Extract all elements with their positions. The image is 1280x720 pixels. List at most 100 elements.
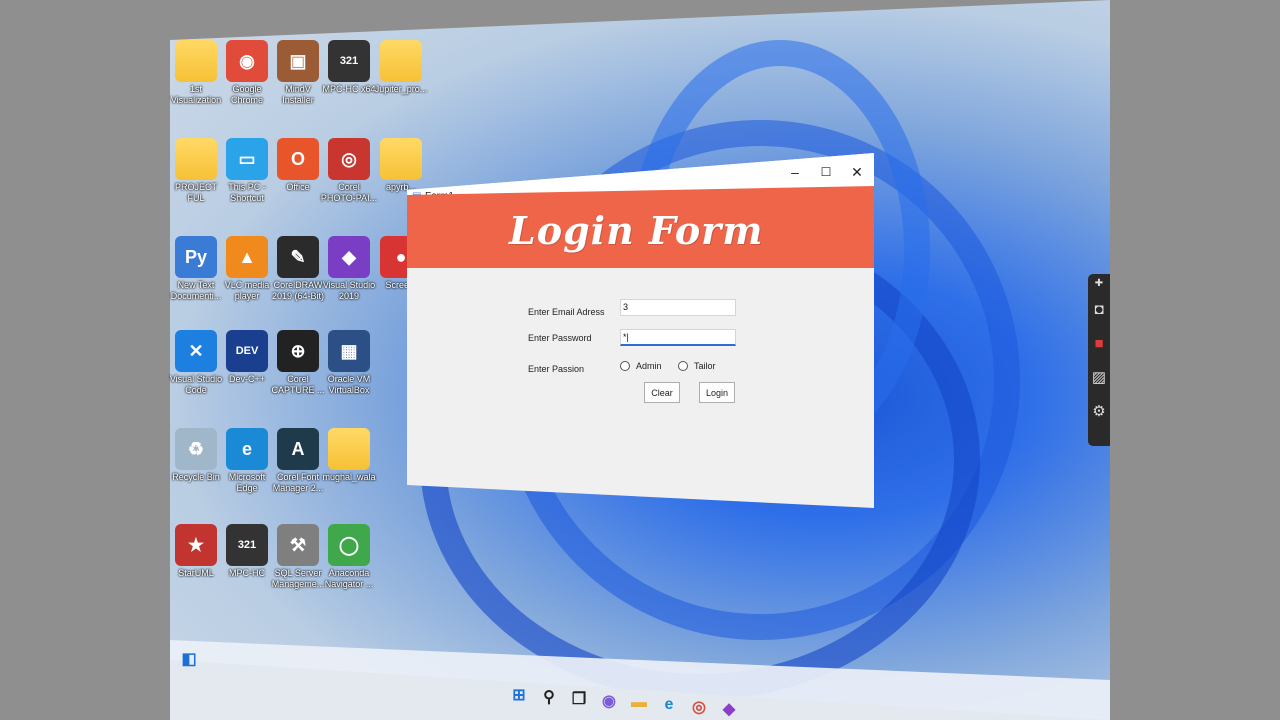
position-label: Enter Passion [528,364,585,374]
maximize-button[interactable]: ☐ [812,161,840,183]
app-icon: ⊕ [277,330,319,372]
file-explorer-icon[interactable]: ▬ [628,692,650,714]
desktop-icon[interactable]: ▲ VLC media player [218,236,276,302]
desktop-icon[interactable]: Py New Text Documenti... [167,236,225,302]
clear-button[interactable]: Clear [644,382,680,403]
camera-icon[interactable]: ◘ [1088,292,1110,326]
desktop-icon[interactable]: ✎ CorelDRAW 2019 (64-Bit) [269,236,327,302]
radio-tailor-dot[interactable] [678,361,688,371]
radio-admin-label: Admin [636,361,662,371]
app-icon: ✕ [175,330,217,372]
desktop-icon[interactable]: mughal_wala [320,428,378,483]
app-icon: A [277,428,319,470]
app-icon: ▦ [328,330,370,372]
password-field[interactable]: *| [620,329,736,346]
login-button[interactable]: Login [699,382,735,403]
app-icon: ◉ [226,40,268,82]
folder-icon [328,428,370,470]
visual-studio-icon[interactable]: ◆ [718,698,740,720]
desktop-icon-label: MPC-HC [229,568,265,578]
minimize-button[interactable]: – [781,161,809,183]
desktop-icon[interactable]: ▣ MindV Installer [269,40,327,106]
app-icon: e [226,428,268,470]
desktop-icon-label: This PC - Shortcut [228,182,266,203]
search-icon[interactable]: ⚲ [538,686,560,708]
desktop-icon-label: Anaconda Navigator ... [324,568,374,589]
desktop-icon[interactable]: ◯ Anaconda Navigator ... [320,524,378,590]
folder-icon [175,40,217,82]
desktop-icon-label: Corel Font Manager 2... [272,472,324,493]
desktop-icon[interactable]: ⚒ SQL Server Manageme... [269,524,327,590]
app-icon: Py [175,236,217,278]
desktop-icon-label: SQL Server Manageme... [271,568,325,589]
desktop-icon[interactable]: apyrb... [372,138,430,193]
folder-icon [380,138,422,180]
desktop-icon-label: Visual Studio Code [169,374,223,395]
desktop-icon[interactable]: Jupiter_pro... [372,40,430,95]
desktop-icon-label: CorelDRAW 2019 (64-Bit) [271,280,325,301]
close-button[interactable]: ✕ [843,161,871,183]
task-view-icon[interactable]: ❐ [568,688,590,710]
email-field[interactable]: 3 [620,299,736,316]
desktop-icon[interactable]: ◆ Visual Studio 2019 [320,236,378,302]
app-icon: DEV [226,330,268,372]
desktop-icon[interactable]: 1st Visualization [167,40,225,106]
desktop-icon[interactable]: DEV Dev-C++ [218,330,276,385]
password-label: Enter Password [528,333,592,343]
folder-icon [175,138,217,180]
desktop-icon-label: Visual Studio 2019 [322,280,376,301]
desktop-icon[interactable]: ♻ Recycle Bin [167,428,225,483]
desktop-icon-label: Jupiter_pro... [374,84,428,94]
desktop-icon-label: Microsoft Edge [228,472,266,493]
banner-title: Login Form [509,208,764,253]
desktop-icon-label: Dev-C++ [228,374,265,384]
app-icon: ◎ [328,138,370,180]
desktop-icon-label: 1st Visualization [170,84,222,105]
edge-icon[interactable]: e [658,694,680,716]
desktop-icon[interactable]: ▭ This PC - Shortcut [218,138,276,204]
chrome-icon[interactable]: ◎ [688,696,710,718]
desktop-icon[interactable]: e Microsoft Edge [218,428,276,494]
radio-admin-dot[interactable] [620,361,630,371]
desktop-icon[interactable]: 321 MPC-HC [218,524,276,579]
radio-tailor-label: Tailor [694,361,716,371]
desktop-icon-label: VLC media player [224,280,270,301]
desktop-icon-label: StarUML [178,568,214,578]
desktop-icon[interactable]: ▦ Oracle VM VirtualBox [320,330,378,396]
desktop-icon-label: mughal_wala [322,472,376,482]
desktop-icon[interactable]: ◉ Google Chrome [218,40,276,106]
desktop-icon[interactable]: PROJECT FUL [167,138,225,204]
desktop-icon[interactable]: 321 MPC-HC x64 [320,40,378,95]
record-video-icon[interactable]: ■ [1088,326,1110,360]
widgets-icon[interactable]: ◧ [178,648,200,670]
app-icon: ▲ [226,236,268,278]
app-icon: ♻ [175,428,217,470]
start-icon[interactable]: ⊞ [508,684,530,706]
desktop-icon-label: Oracle VM VirtualBox [327,374,371,395]
app-icon: 321 [328,40,370,82]
desktop-icon[interactable]: ⊕ Corel CAPTURE ... [269,330,327,396]
desktop-icon[interactable]: A Corel Font Manager 2... [269,428,327,494]
app-icon: ▣ [277,40,319,82]
desktop-icon[interactable]: O Office [269,138,327,193]
desktop-icon-label: Corel PHOTO-PAI... [320,182,378,203]
app-icon: ✎ [277,236,319,278]
gear-icon[interactable]: ⚙ [1088,394,1110,428]
login-form-window: ▤ Form1 – ☐ ✕ Login Form Enter Email Adr… [407,153,874,508]
desktop-icon[interactable]: ✕ Visual Studio Code [167,330,225,396]
chat-icon[interactable]: ◉ [598,690,620,712]
desktop-icon-label: Office [286,182,310,192]
app-icon: O [277,138,319,180]
radio-tailor[interactable]: Tailor [678,361,716,371]
screen: 1st Visualization ◉ Google Chrome ▣ MindV In… [0,0,1280,720]
radio-admin[interactable]: Admin [620,361,662,371]
gallery-icon[interactable]: ▨ [1088,360,1110,394]
pin-icon[interactable]: ✚ [1088,274,1110,292]
app-icon: ⚒ [277,524,319,566]
desktop-icon[interactable]: ★ StarUML [167,524,225,579]
desktop-icon[interactable]: ◎ Corel PHOTO-PAI... [320,138,378,204]
app-icon: 321 [226,524,268,566]
desktop-icon-label: Google Chrome [230,84,263,105]
desktop-icon-label: MPC-HC x64 [322,84,376,94]
desktop-icon-label: Corel CAPTURE ... [271,374,325,395]
